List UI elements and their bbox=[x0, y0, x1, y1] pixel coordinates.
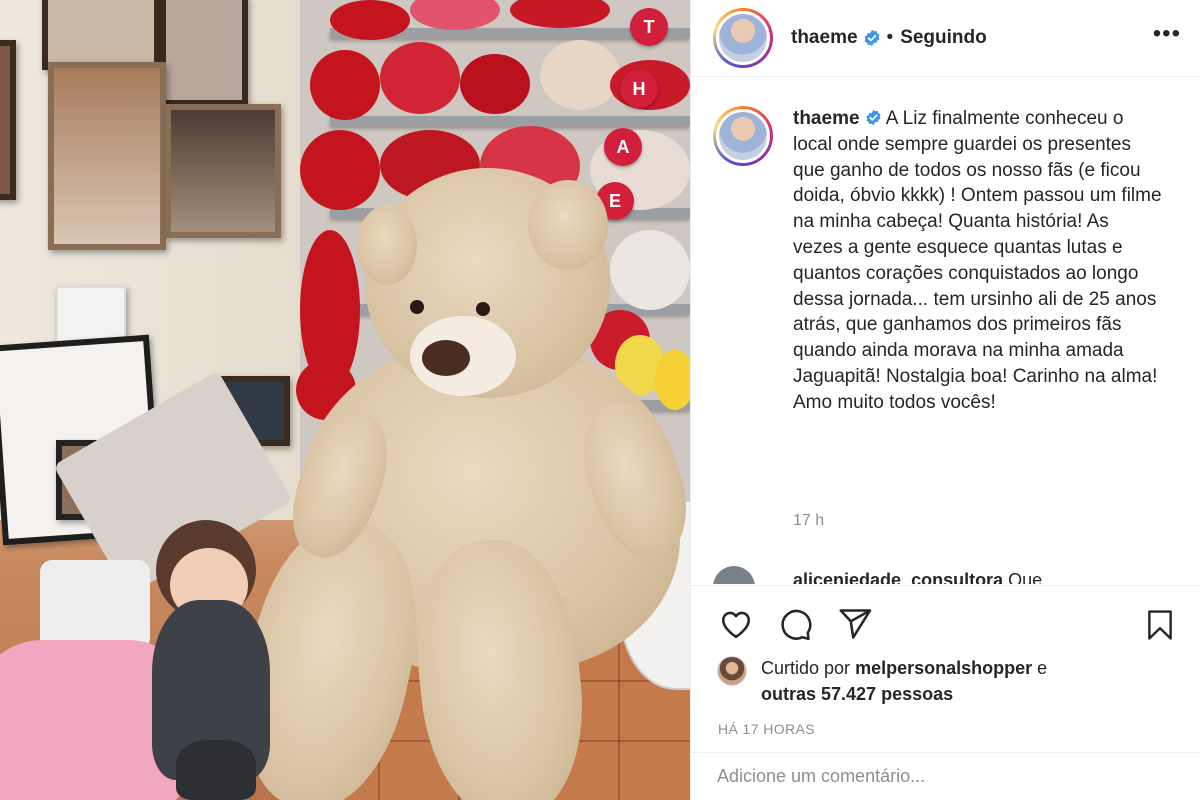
caption-text: A Liz finalmente conheceu o local onde s… bbox=[793, 108, 1162, 413]
post-side-panel: thaeme • Seguindo ••• thaeme A Liz final… bbox=[690, 0, 1200, 800]
slippers bbox=[40, 560, 150, 650]
heart-letter-badge: H bbox=[620, 70, 658, 108]
comment-box bbox=[691, 752, 1200, 800]
story-ring[interactable] bbox=[713, 106, 773, 166]
caption-time[interactable]: 17 h bbox=[793, 512, 824, 530]
likes-count[interactable]: outras 57.427 pessoas bbox=[761, 684, 953, 704]
photo-frame bbox=[160, 0, 248, 106]
caption-username[interactable]: thaeme bbox=[793, 108, 860, 129]
teddy-bear-ear bbox=[528, 180, 608, 270]
comment-username[interactable]: aliceniedade_consultora bbox=[793, 570, 1003, 584]
photo-frame bbox=[48, 62, 166, 250]
plush-toy bbox=[460, 54, 530, 114]
comment-item: aliceniedade_consultora Que bbox=[713, 566, 1183, 584]
teddy-bear-eye bbox=[410, 300, 424, 314]
post-photo[interactable]: T H A E bbox=[0, 0, 690, 800]
photo-frame bbox=[42, 0, 160, 70]
comment-body: Que bbox=[1008, 570, 1043, 584]
heart-icon[interactable] bbox=[717, 606, 755, 642]
photo-frame bbox=[0, 40, 16, 200]
plush-toy bbox=[310, 50, 380, 120]
photo-frame bbox=[165, 104, 281, 238]
more-options-icon[interactable]: ••• bbox=[1153, 20, 1181, 48]
header-username[interactable]: thaeme bbox=[791, 27, 858, 49]
teddy-bear-nose bbox=[422, 340, 470, 376]
caption-row: thaeme A Liz finalmente conheceu o local… bbox=[713, 106, 1183, 416]
avatar[interactable] bbox=[717, 656, 747, 686]
shelf bbox=[330, 116, 690, 126]
post-date[interactable]: HÁ 17 HORAS bbox=[718, 721, 815, 737]
bookmark-icon[interactable] bbox=[1143, 606, 1177, 644]
heart-letter-badge: T bbox=[630, 8, 668, 46]
avatar[interactable] bbox=[716, 109, 770, 163]
story-ring[interactable] bbox=[713, 8, 773, 68]
plush-toy bbox=[380, 42, 460, 114]
likes-summary: Curtido por melpersonalshopper e outras … bbox=[717, 656, 1047, 707]
verified-badge-icon bbox=[864, 29, 879, 47]
follow-status-button[interactable]: Seguindo bbox=[900, 27, 987, 49]
liked-by-suffix: e bbox=[1037, 658, 1048, 678]
action-bar bbox=[691, 585, 1200, 665]
heart-letter-badge: A bbox=[604, 128, 642, 166]
post-caption: thaeme A Liz finalmente conheceu o local… bbox=[793, 106, 1163, 416]
plush-toy bbox=[610, 230, 690, 310]
teddy-bear-ear bbox=[357, 205, 417, 285]
comment-text: aliceniedade_consultora Que bbox=[793, 570, 1042, 584]
plush-toy bbox=[655, 350, 690, 410]
liked-by-username[interactable]: melpersonalshopper bbox=[855, 658, 1032, 678]
liked-by-prefix: Curtido por bbox=[761, 658, 851, 678]
share-icon[interactable] bbox=[837, 606, 873, 642]
plush-toy bbox=[300, 130, 380, 210]
plush-toy bbox=[540, 40, 620, 110]
avatar[interactable] bbox=[713, 566, 755, 584]
post-header: thaeme • Seguindo ••• bbox=[691, 0, 1200, 77]
child-pants bbox=[176, 740, 256, 800]
teddy-bear-eye bbox=[476, 302, 490, 316]
comment-input[interactable] bbox=[717, 761, 1177, 791]
plush-toy bbox=[330, 0, 410, 40]
likes-text: Curtido por melpersonalshopper e outras … bbox=[761, 655, 1047, 707]
verified-badge-icon bbox=[866, 109, 881, 126]
comment-icon[interactable] bbox=[777, 606, 813, 642]
avatar[interactable] bbox=[716, 11, 770, 65]
separator-dot: • bbox=[886, 27, 894, 48]
